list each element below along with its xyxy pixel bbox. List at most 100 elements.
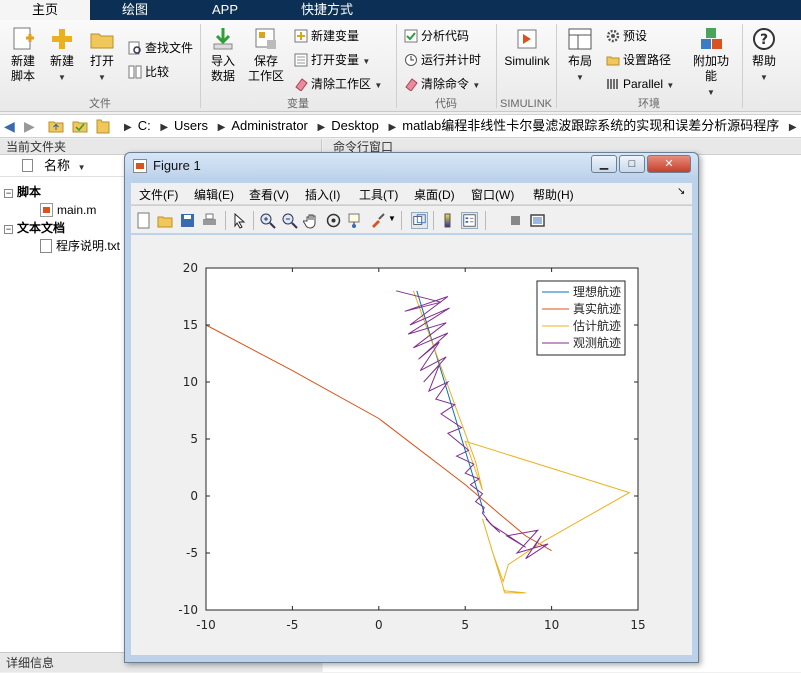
new-button[interactable]: 新建 ▼ [46, 26, 78, 85]
y-tick-label: -10 [178, 603, 198, 617]
tree-group-scripts[interactable]: − 脚本 [4, 183, 41, 201]
print-icon[interactable] [201, 212, 218, 229]
new-script-icon [13, 27, 34, 50]
forward-arrow-icon[interactable]: ▶ [24, 118, 35, 135]
new-variable-button[interactable]: 新建变量 [294, 26, 359, 46]
maximize-button[interactable]: □ [619, 155, 645, 173]
line-chart[interactable]: -10 -5 0 5 10 15 -10 -5 0 5 10 15 20 理想航迹真实航迹估计航迹观测航… [131, 235, 692, 655]
browse-folder-icon[interactable] [72, 119, 88, 133]
collapse-icon[interactable]: − [4, 225, 13, 234]
figure-canvas[interactable]: -10 -5 0 5 10 15 -10 -5 0 5 10 15 20 理想航迹 真实航迹 估计航迹 观测航… [131, 235, 692, 655]
simulink-button[interactable]: Simulink [502, 26, 552, 69]
new-script-button[interactable]: 新建 脚本 [6, 26, 40, 84]
toolbar-divider [225, 211, 226, 230]
ribbon-divider [200, 24, 201, 108]
new-variable-label: 新建变量 [311, 29, 360, 43]
chevron-down-icon: ▼ [707, 88, 715, 97]
minimize-button[interactable]: ▁ [591, 155, 617, 173]
back-arrow-icon[interactable]: ◀ [4, 118, 15, 135]
tab-shortcuts[interactable]: 快捷方式 [272, 0, 382, 20]
menu-file[interactable]: 文件(F) [139, 186, 178, 203]
menu-window[interactable]: 窗口(W) [471, 186, 514, 203]
chevron-down-icon: ▼ [98, 73, 106, 82]
addons-button[interactable]: 附加功能 ▼ [688, 26, 734, 100]
save-workspace-button[interactable]: 保存 工作区 [246, 26, 286, 84]
import-data-button[interactable]: 导入 数据 [206, 26, 240, 84]
figure-title-bar[interactable]: Figure 1 ▁ □ ✕ [125, 153, 698, 179]
clear-commands-button[interactable]: 清除命令 ▼ [404, 74, 480, 94]
new-label: 新建 [49, 54, 74, 68]
clear-workspace-button[interactable]: 清除工作区 ▼ [294, 74, 382, 94]
save-workspace-icon [255, 28, 276, 49]
compare-button[interactable]: 比较 [128, 62, 169, 82]
chevron-right-icon: ▶ [388, 122, 397, 133]
breadcrumb: ▶ C: ▶ Users ▶ Administrator ▶ Desktop ▶ matl… [118, 115, 801, 137]
clear-workspace-label: 清除工作区 [311, 77, 372, 91]
run-and-time-button[interactable]: 运行并计时 [404, 50, 481, 70]
chevron-down-icon[interactable]: ▼ [388, 214, 396, 223]
colorbar-icon[interactable] [439, 212, 456, 229]
menu-tools[interactable]: 工具(T) [359, 186, 398, 203]
legend-icon[interactable] [461, 212, 478, 229]
tab-plots[interactable]: 绘图 [92, 0, 178, 20]
data-cursor-icon[interactable] [347, 212, 364, 229]
ribbon-divider [496, 24, 497, 108]
chevron-down-icon: ▼ [666, 81, 675, 90]
tree-file-main[interactable]: main.m [40, 201, 96, 219]
hide-plot-tools-icon[interactable] [507, 212, 524, 229]
menu-insert[interactable]: 插入(I) [305, 186, 340, 203]
zoom-in-icon[interactable] [259, 212, 276, 229]
pan-icon[interactable] [303, 212, 320, 229]
pointer-icon[interactable] [231, 212, 248, 229]
zoom-out-icon[interactable] [281, 212, 298, 229]
menu-desktop[interactable]: 桌面(D) [414, 186, 455, 203]
legend-entry: 真实航迹 [573, 301, 621, 316]
find-files-button[interactable]: 查找文件 [128, 38, 193, 58]
addons-icon [701, 28, 722, 49]
set-path-label: 设置路径 [623, 53, 672, 67]
set-path-button[interactable]: 设置路径 [606, 50, 671, 70]
y-tick-label: 15 [183, 318, 198, 332]
legend[interactable]: 理想航迹真实航迹估计航迹观测航迹 [536, 280, 626, 356]
link-plot-icon[interactable] [411, 212, 428, 229]
y-tick-label: -5 [186, 546, 198, 560]
breadcrumb-item[interactable]: matlab编程非线性卡尔曼滤波跟踪系统的实现和误差分析源码程序 [402, 118, 779, 133]
up-folder-icon[interactable] [48, 119, 64, 133]
collapse-icon[interactable]: − [4, 189, 13, 198]
preferences-button[interactable]: 预设 [606, 26, 647, 46]
chevron-down-icon: ▼ [362, 57, 371, 66]
breadcrumb-item[interactable]: Administrator [231, 118, 308, 133]
brush-icon[interactable] [369, 212, 386, 229]
analyze-code-button[interactable]: 分析代码 [404, 26, 469, 46]
group-label-file: 文件 [89, 98, 111, 110]
maximize-icon: □ [628, 158, 636, 170]
tree-file-readme[interactable]: 程序说明.txt [40, 237, 120, 255]
figure-menu-bar: 文件(F) 编辑(E) 查看(V) 插入(I) 工具(T) 桌面(D) 窗口(W… [131, 183, 692, 205]
help-button[interactable]: ? 帮助 ▼ [748, 26, 780, 85]
layout-button[interactable]: 布局 ▼ [564, 26, 596, 85]
dock-arrow-icon[interactable]: ↘ [677, 186, 685, 197]
open-button[interactable]: 打开 ▼ [86, 26, 118, 85]
chevron-right-icon: ▶ [788, 122, 797, 133]
breadcrumb-item[interactable]: C: [138, 118, 151, 133]
new-figure-icon[interactable] [135, 212, 152, 229]
menu-view[interactable]: 查看(V) [249, 186, 289, 203]
open-file-icon[interactable] [157, 212, 174, 229]
clear-commands-label: 清除命令 [421, 77, 470, 91]
save-icon[interactable] [179, 212, 196, 229]
tab-apps[interactable]: APP [180, 0, 270, 20]
breadcrumb-item[interactable]: Users [174, 118, 208, 133]
import-icon [213, 28, 233, 50]
close-button[interactable]: ✕ [647, 155, 691, 173]
parallel-button[interactable]: Parallel ▼ [606, 74, 674, 94]
menu-edit[interactable]: 编辑(E) [194, 186, 234, 203]
breadcrumb-item[interactable]: Desktop [331, 118, 379, 133]
analyze-code-label: 分析代码 [421, 29, 470, 43]
open-variable-button[interactable]: 打开变量 ▼ [294, 50, 370, 70]
menu-help[interactable]: 帮助(H) [533, 186, 574, 203]
rotate-icon[interactable] [325, 212, 342, 229]
folder-icon [606, 56, 620, 66]
show-plot-tools-icon[interactable] [529, 212, 546, 229]
tab-home[interactable]: 主页 [0, 0, 90, 20]
tree-group-text[interactable]: − 文本文档 [4, 219, 65, 237]
